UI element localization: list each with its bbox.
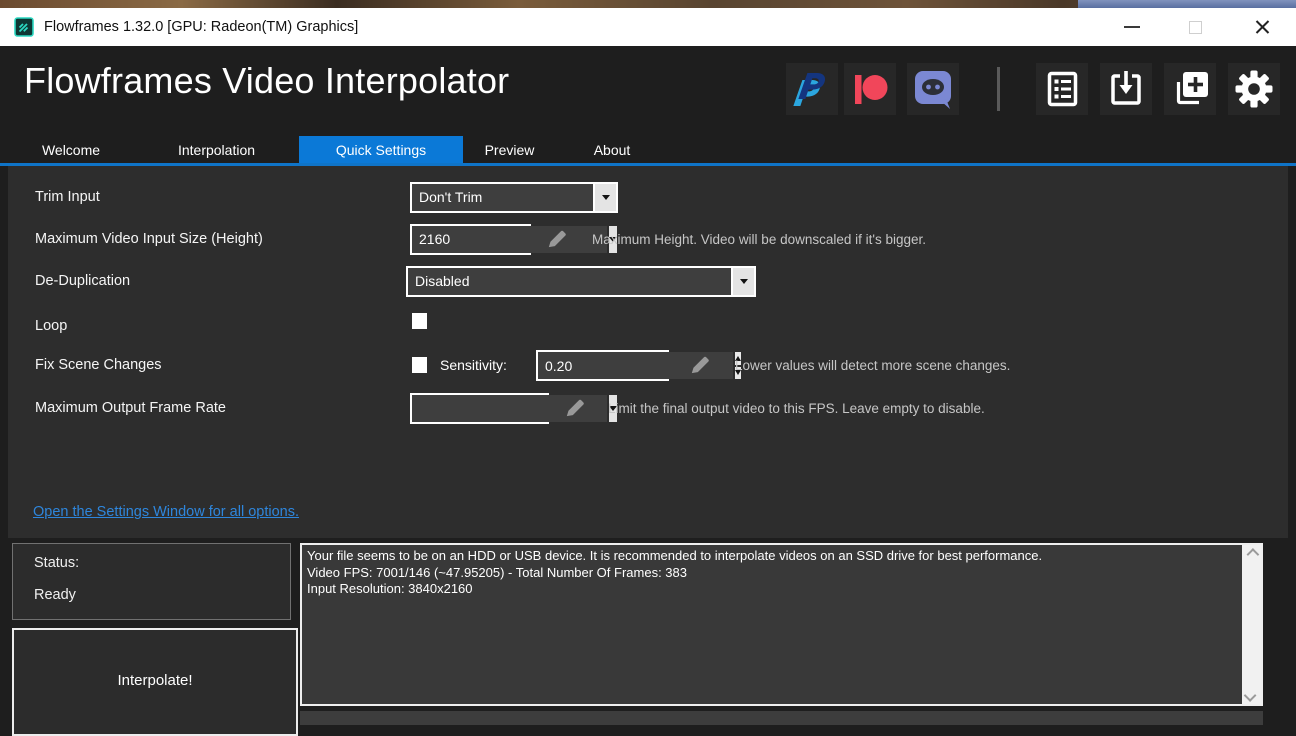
open-settings-link[interactable]: Open the Settings Window for all options… <box>33 504 299 520</box>
list-icon <box>1047 71 1078 107</box>
chevron-up-icon <box>1246 547 1260 561</box>
max-output-fps-combobox[interactable] <box>410 393 617 424</box>
scene-changes-checkbox[interactable] <box>412 357 427 373</box>
chevron-down-icon <box>601 195 610 200</box>
max-input-size-combobox[interactable] <box>410 224 617 255</box>
paypal-icon <box>793 73 826 106</box>
quick-settings-panel: Trim Input Don't Trim Maximum Video Inpu… <box>8 166 1288 538</box>
log-output-box: Your file seems to be on an HDD or USB d… <box>300 543 1263 706</box>
log-scrollbar[interactable] <box>1242 545 1261 704</box>
trim-input-value: Don't Trim <box>412 184 593 211</box>
desktop-background-strip <box>0 0 1296 8</box>
maximize-button[interactable] <box>1173 8 1217 46</box>
discord-icon <box>915 71 951 109</box>
log-line: Input Resolution: 3840x2160 <box>307 581 473 596</box>
edit-pencil-icon <box>545 226 569 252</box>
chevron-down-icon <box>739 279 748 284</box>
settings-button[interactable] <box>1228 63 1280 115</box>
discord-button[interactable] <box>907 63 959 115</box>
add-icon <box>1176 72 1208 105</box>
max-input-size-hint: Maximum Height. Video will be downscaled… <box>592 232 926 247</box>
window-title: Flowframes 1.32.0 [GPU: Radeon(TM) Graph… <box>44 19 359 35</box>
dedup-value: Disabled <box>408 268 731 295</box>
queue-list-button[interactable] <box>1036 63 1088 115</box>
status-label: Status: <box>34 555 80 571</box>
log-text: Your file seems to be on an HDD or USB d… <box>307 548 1237 598</box>
tab-preview[interactable]: Preview <box>463 136 556 163</box>
gear-icon <box>1235 70 1273 108</box>
desktop-background-blue-band <box>1078 0 1296 8</box>
dedup-label: De-Duplication <box>35 273 131 289</box>
titlebar: Flowframes 1.32.0 [GPU: Radeon(TM) Graph… <box>0 8 1296 46</box>
edit-pencil-icon <box>563 395 587 421</box>
max-input-size-label: Maximum Video Input Size (Height) <box>35 231 263 247</box>
max-output-fps-hint: Limit the final output video to this FPS… <box>608 401 985 416</box>
interpolate-button-label: Interpolate! <box>117 672 193 689</box>
loop-label: Loop <box>35 318 68 334</box>
progress-bar <box>300 711 1263 725</box>
scene-changes-label: Fix Scene Changes <box>35 357 162 373</box>
loop-checkbox[interactable] <box>412 313 427 329</box>
max-output-fps-label: Maximum Output Frame Rate <box>35 400 226 416</box>
status-panel: Status: Ready <box>12 543 291 620</box>
close-button[interactable] <box>1240 8 1284 46</box>
scrollbar-up-button[interactable] <box>1242 545 1261 563</box>
minimize-icon <box>1124 26 1140 28</box>
patreon-icon <box>855 75 888 104</box>
scene-changes-hint: Lower values will detect more scene chan… <box>735 358 1011 373</box>
download-icon <box>1111 71 1141 105</box>
sensitivity-label: Sensitivity: <box>440 357 507 373</box>
chevron-down-icon <box>1243 688 1257 702</box>
main-window: Flowframes Video Interpolator Welcome In… <box>0 46 1296 736</box>
trim-input-dropdown[interactable]: Don't Trim <box>410 182 618 213</box>
scrollbar-down-button[interactable] <box>1242 686 1261 704</box>
interpolate-button[interactable]: Interpolate! <box>12 628 298 736</box>
tab-interpolation[interactable]: Interpolation <box>134 136 299 163</box>
tab-welcome[interactable]: Welcome <box>8 136 134 163</box>
flowframes-app-icon <box>14 17 34 37</box>
maximize-icon <box>1189 21 1202 34</box>
trim-input-dropdown-button[interactable] <box>595 184 616 211</box>
patreon-donate-button[interactable] <box>844 63 896 115</box>
max-input-size-value[interactable] <box>412 226 607 253</box>
dedup-dropdown[interactable]: Disabled <box>406 266 756 297</box>
paypal-donate-button[interactable] <box>786 63 838 115</box>
tab-bar: Welcome Interpolation Quick Settings Pre… <box>0 136 1296 166</box>
trim-input-label: Trim Input <box>35 189 100 205</box>
tab-quick-settings[interactable]: Quick Settings <box>299 136 463 163</box>
header-separator <box>997 67 1000 111</box>
add-task-button[interactable] <box>1164 63 1216 115</box>
log-line: Video FPS: 7001/146 (~47.95205) - Total … <box>307 564 687 580</box>
edit-pencil-icon <box>688 352 712 378</box>
sensitivity-spinner[interactable] <box>536 350 741 381</box>
page-title: Flowframes Video Interpolator <box>24 60 510 101</box>
status-value: Ready <box>34 587 76 603</box>
dedup-dropdown-button[interactable] <box>733 268 754 295</box>
tab-about[interactable]: About <box>556 136 668 163</box>
minimize-button[interactable] <box>1110 8 1154 46</box>
log-line: Your file seems to be on an HDD or USB d… <box>307 548 1043 563</box>
import-download-button[interactable] <box>1100 63 1152 115</box>
